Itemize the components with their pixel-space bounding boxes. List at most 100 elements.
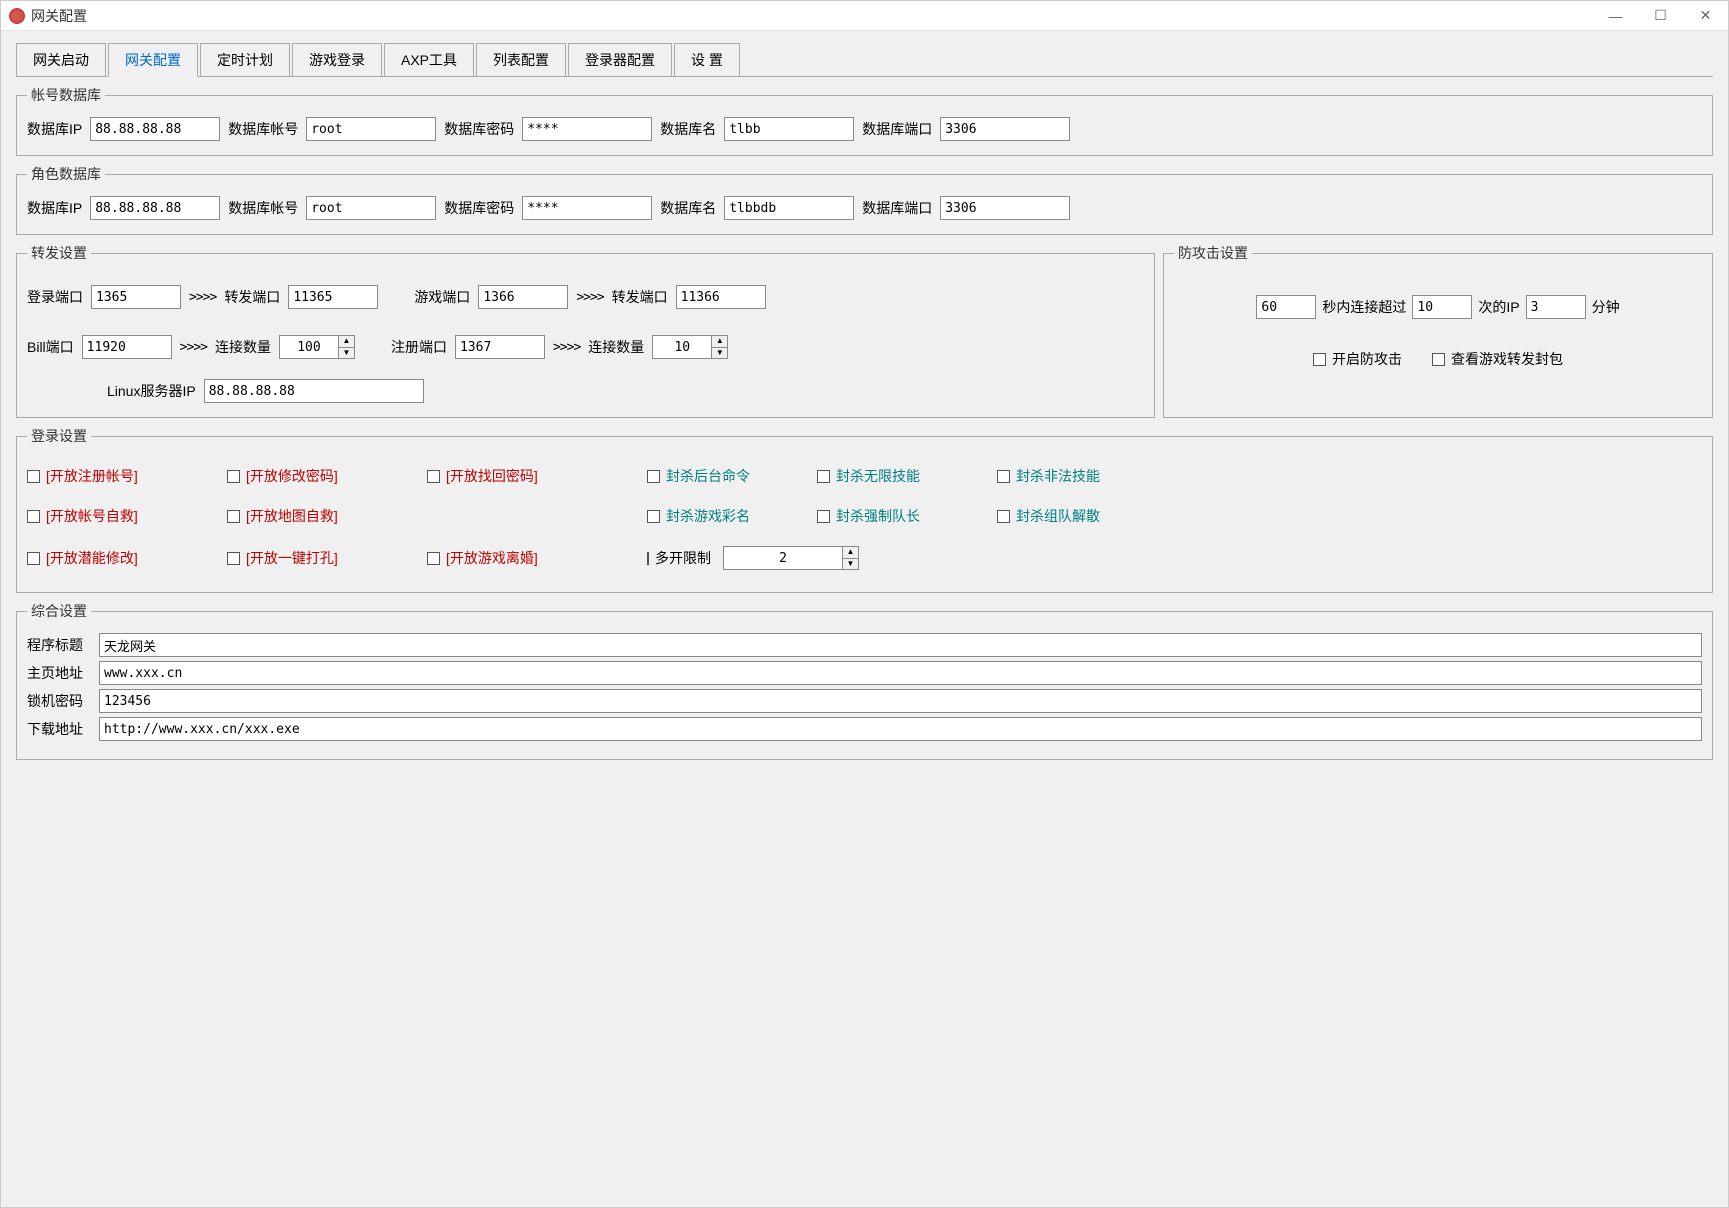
input-fwd-port2[interactable]	[676, 285, 766, 309]
checkbox-multi-limit[interactable]	[647, 552, 649, 565]
checkbox-ban-disband[interactable]	[997, 510, 1010, 523]
checkbox-open-reg[interactable]	[27, 470, 40, 483]
arrows-icon: >>>>	[576, 290, 603, 305]
input-accdb-name[interactable]	[724, 117, 854, 141]
checkbox-open-potential[interactable]	[27, 552, 40, 565]
input-conn-count[interactable]	[279, 335, 339, 359]
label-bill-port: Bill端口	[27, 337, 74, 357]
checkbox-enable-attack[interactable]	[1313, 353, 1326, 366]
label-fwd-port: 转发端口	[224, 287, 280, 307]
input-program-title[interactable]	[99, 633, 1702, 657]
label-roledb-port: 数据库端口	[862, 198, 932, 218]
checkbox-ban-illegalskill[interactable]	[997, 470, 1010, 483]
checkbox-open-selfhelp[interactable]	[27, 510, 40, 523]
checkbox-ban-infskill[interactable]	[817, 470, 830, 483]
label-roledb-ip: 数据库IP	[27, 198, 82, 218]
input-login-port[interactable]	[91, 285, 181, 309]
input-roledb-user[interactable]	[306, 196, 436, 220]
spin-up-icon[interactable]: ▲	[712, 336, 727, 348]
tab-gateway-start[interactable]: 网关启动	[16, 43, 106, 76]
close-button[interactable]: ✕	[1683, 2, 1728, 30]
input-home-url[interactable]	[99, 661, 1702, 685]
tab-axp-tools[interactable]: AXP工具	[384, 43, 474, 76]
checkbox-open-modpw[interactable]	[227, 470, 240, 483]
legend-login: 登录设置	[27, 426, 91, 446]
label-open-potential: [开放潜能修改]	[46, 548, 138, 568]
label-lock-pw: 锁机密码	[27, 691, 99, 711]
label-ban-infskill: 封杀无限技能	[836, 466, 920, 486]
input-bill-port[interactable]	[82, 335, 172, 359]
input-multi[interactable]	[723, 546, 843, 570]
legend-attack: 防攻击设置	[1174, 243, 1252, 263]
tab-bar: 网关启动 网关配置 定时计划 游戏登录 AXP工具 列表配置 登录器配置 设 置	[16, 43, 1713, 77]
label-open-selfhelp: [开放帐号自救]	[46, 506, 138, 526]
label-min: 分钟	[1592, 297, 1620, 317]
checkbox-open-drill[interactable]	[227, 552, 240, 565]
spinner-multi[interactable]: ▲▼	[723, 546, 859, 570]
input-linux-ip[interactable]	[204, 379, 424, 403]
input-attack-minutes[interactable]	[1526, 295, 1586, 319]
label-accdb-name: 数据库名	[660, 119, 716, 139]
tab-launcher-config[interactable]: 登录器配置	[568, 43, 672, 76]
tab-gateway-config[interactable]: 网关配置	[108, 43, 198, 77]
content-area: 网关启动 网关配置 定时计划 游戏登录 AXP工具 列表配置 登录器配置 设 置…	[1, 31, 1728, 1207]
label-download-url: 下载地址	[27, 719, 99, 739]
input-roledb-port[interactable]	[940, 196, 1070, 220]
label-enable-attack: 开启防攻击	[1332, 349, 1402, 369]
checkbox-ban-forceleader[interactable]	[817, 510, 830, 523]
label-accdb-pw: 数据库密码	[444, 119, 514, 139]
spin-up-icon[interactable]: ▲	[339, 336, 354, 348]
maximize-button[interactable]: ☐	[1638, 2, 1683, 30]
window-controls: — ☐ ✕	[1593, 2, 1728, 30]
input-fwd-port[interactable]	[288, 285, 378, 309]
legend-general: 综合设置	[27, 601, 91, 621]
spin-down-icon[interactable]: ▼	[712, 348, 727, 359]
input-attack-times[interactable]	[1412, 295, 1472, 319]
input-download-url[interactable]	[99, 717, 1702, 741]
input-roledb-pw[interactable]	[522, 196, 652, 220]
groupbox-forward: 转发设置 登录端口 >>>> 转发端口 游戏端口 >>>> 转发端口	[16, 243, 1155, 418]
label-linux-ip: Linux服务器IP	[107, 381, 196, 401]
label-accdb-port: 数据库端口	[862, 119, 932, 139]
input-accdb-pw[interactable]	[522, 117, 652, 141]
legend-forward: 转发设置	[27, 243, 91, 263]
tab-list-config[interactable]: 列表配置	[476, 43, 566, 76]
input-accdb-user[interactable]	[306, 117, 436, 141]
label-program-title: 程序标题	[27, 635, 99, 655]
input-accdb-ip[interactable]	[90, 117, 220, 141]
checkbox-view-packets[interactable]	[1432, 353, 1445, 366]
legend-account-db: 帐号数据库	[27, 85, 105, 105]
label-view-packets: 查看游戏转发封包	[1451, 349, 1563, 369]
checkbox-open-divorce[interactable]	[427, 552, 440, 565]
input-reg-port[interactable]	[455, 335, 545, 359]
label-open-modpw: [开放修改密码]	[246, 466, 338, 486]
label-ban-forceleader: 封杀强制队长	[836, 506, 920, 526]
spin-down-icon[interactable]: ▼	[843, 559, 858, 570]
legend-role-db: 角色数据库	[27, 164, 105, 184]
input-lock-pw[interactable]	[99, 689, 1702, 713]
checkbox-open-maphelp[interactable]	[227, 510, 240, 523]
checkbox-ban-colorname[interactable]	[647, 510, 660, 523]
label-open-maphelp: [开放地图自救]	[246, 506, 338, 526]
checkbox-open-findpw[interactable]	[427, 470, 440, 483]
tab-game-login[interactable]: 游戏登录	[292, 43, 382, 76]
input-roledb-ip[interactable]	[90, 196, 220, 220]
tab-schedule[interactable]: 定时计划	[200, 43, 290, 76]
input-roledb-name[interactable]	[724, 196, 854, 220]
input-game-port[interactable]	[478, 285, 568, 309]
spin-up-icon[interactable]: ▲	[843, 547, 858, 559]
spinner-conn-count2[interactable]: ▲▼	[652, 335, 728, 359]
arrows-icon: >>>>	[189, 290, 216, 305]
spin-down-icon[interactable]: ▼	[339, 348, 354, 359]
tab-settings[interactable]: 设 置	[674, 43, 740, 76]
minimize-button[interactable]: —	[1593, 2, 1638, 30]
label-ban-disband: 封杀组队解散	[1016, 506, 1100, 526]
checkbox-ban-console[interactable]	[647, 470, 660, 483]
input-attack-seconds[interactable]	[1256, 295, 1316, 319]
spinner-conn-count[interactable]: ▲▼	[279, 335, 355, 359]
input-conn-count2[interactable]	[652, 335, 712, 359]
page-gateway-config: 帐号数据库 数据库IP 数据库帐号 数据库密码 数据库名 数据库端口 角色数据库	[16, 77, 1713, 760]
arrows-icon: >>>>	[553, 340, 580, 355]
arrows-icon: >>>>	[180, 340, 207, 355]
input-accdb-port[interactable]	[940, 117, 1070, 141]
